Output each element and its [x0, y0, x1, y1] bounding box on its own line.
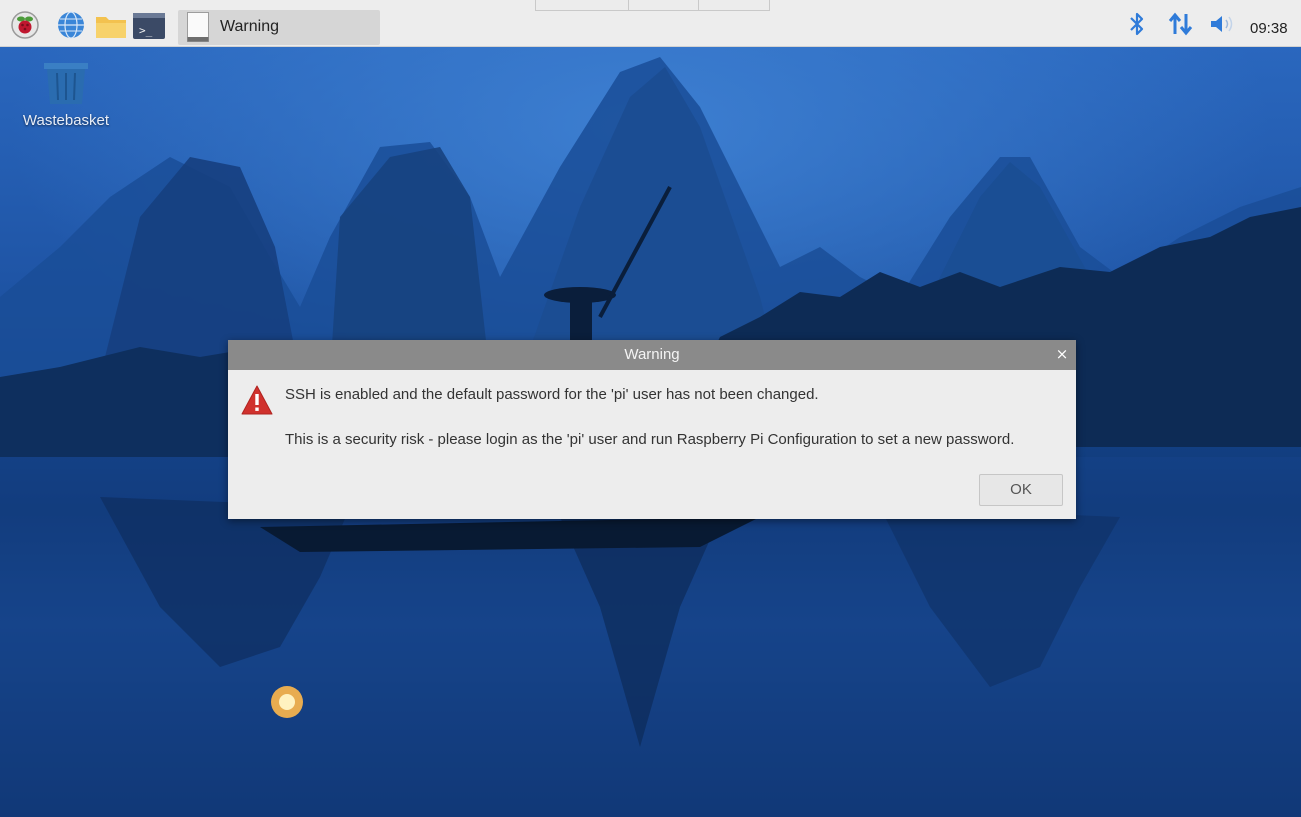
- dialog-message-line1: SSH is enabled and the default password …: [285, 386, 819, 403]
- network-updown-icon[interactable]: [1168, 10, 1194, 42]
- wastebasket-label: Wastebasket: [22, 112, 110, 129]
- web-browser-icon[interactable]: [56, 10, 86, 40]
- dialog-titlebar[interactable]: Warning ×: [228, 340, 1076, 370]
- terminal-icon[interactable]: >_: [133, 10, 165, 40]
- svg-text:>_: >_: [139, 24, 153, 37]
- task-label: Warning: [220, 18, 279, 35]
- desktop-icon-wastebasket[interactable]: Wastebasket: [20, 60, 112, 140]
- close-button[interactable]: ×: [1054, 345, 1070, 363]
- taskbar: >_ Warning 09:38: [0, 0, 1301, 47]
- warning-dialog: Warning × SSH is enabled and the default…: [228, 340, 1076, 519]
- ok-button[interactable]: OK: [979, 474, 1063, 506]
- warning-triangle-icon: [240, 384, 274, 416]
- wastebasket-icon: [42, 60, 90, 106]
- bluetooth-icon[interactable]: [1128, 10, 1146, 42]
- dialog-message-line2: This is a security risk - please login a…: [285, 431, 1015, 448]
- taskbar-task-warning[interactable]: Warning: [178, 10, 380, 45]
- raspberry-menu-icon[interactable]: [10, 10, 40, 40]
- window-icon: [187, 12, 209, 42]
- file-manager-icon[interactable]: [95, 10, 126, 40]
- volume-icon[interactable]: [1208, 10, 1236, 42]
- taskbar-tab-strip: [535, 0, 770, 11]
- dialog-title: Warning: [624, 346, 680, 363]
- clock[interactable]: 09:38: [1250, 20, 1288, 37]
